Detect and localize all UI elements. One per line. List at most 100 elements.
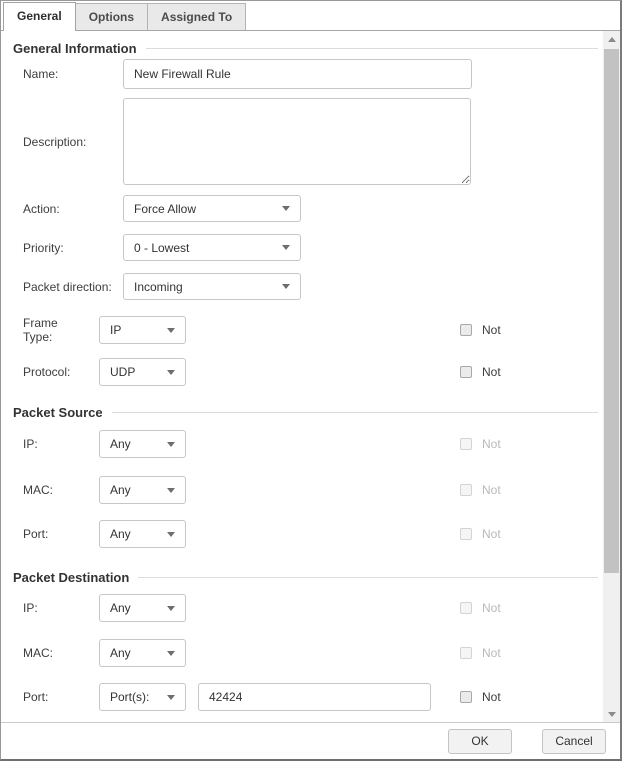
form-content: General Information Name: Description: A… — [1, 31, 603, 722]
description-label: Description: — [23, 135, 123, 149]
destination-ip-label: IP: — [23, 601, 99, 615]
section-heading-packet-destination: Packet Destination — [1, 570, 603, 585]
source-mac-not-checkbox — [460, 484, 472, 496]
chevron-down-icon — [167, 488, 175, 493]
dialog-footer: OK Cancel — [1, 722, 620, 759]
protocol-label: Protocol: — [23, 365, 99, 379]
tab-assigned-to[interactable]: Assigned To — [147, 3, 246, 30]
packet-direction-label: Packet direction: — [23, 280, 123, 294]
destination-port-input[interactable] — [198, 683, 431, 711]
source-mac-value: Any — [110, 483, 131, 497]
destination-mac-not-group: Not — [460, 646, 501, 660]
destination-ip-select[interactable]: Any — [99, 594, 186, 622]
destination-ip-not-group: Not — [460, 601, 501, 615]
source-ip-label: IP: — [23, 437, 99, 451]
destination-mac-not-checkbox — [460, 647, 472, 659]
source-port-not-label: Not — [482, 527, 501, 541]
source-port-not-group: Not — [460, 527, 501, 541]
source-mac-row: MAC: Any Not — [1, 476, 603, 504]
name-label: Name: — [23, 67, 123, 81]
frame-type-not-label: Not — [482, 323, 501, 337]
destination-port-label: Port: — [23, 690, 99, 704]
tab-general[interactable]: General — [3, 2, 76, 31]
destination-port-not-label: Not — [482, 690, 501, 704]
packet-direction-select[interactable]: Incoming — [123, 273, 301, 300]
packet-direction-row: Packet direction: Incoming — [1, 273, 603, 300]
destination-ip-value: Any — [110, 601, 131, 615]
priority-label: Priority: — [23, 241, 123, 255]
source-ip-select[interactable]: Any — [99, 430, 186, 458]
frame-type-select[interactable]: IP — [99, 316, 186, 344]
priority-row: Priority: 0 - Lowest — [1, 234, 603, 261]
scrollbar-thumb[interactable] — [604, 49, 619, 573]
frame-type-label: Frame Type: — [23, 316, 99, 344]
heading-rule — [146, 48, 598, 49]
section-heading-packet-source: Packet Source — [1, 405, 603, 420]
frame-type-not-checkbox[interactable] — [460, 324, 472, 336]
scroll-up-icon — [608, 37, 616, 42]
source-port-select[interactable]: Any — [99, 520, 186, 548]
protocol-not-checkbox[interactable] — [460, 366, 472, 378]
dialog-body: General Information Name: Description: A… — [1, 31, 620, 722]
destination-mac-value: Any — [110, 646, 131, 660]
destination-port-value: Port(s): — [110, 690, 149, 704]
priority-value: 0 - Lowest — [134, 241, 189, 255]
source-ip-not-label: Not — [482, 437, 501, 451]
protocol-row: Protocol: UDP Not — [1, 358, 603, 386]
heading-rule — [112, 412, 598, 413]
chevron-down-icon — [282, 206, 290, 211]
protocol-select[interactable]: UDP — [99, 358, 186, 386]
source-port-value: Any — [110, 527, 131, 541]
scroll-down-button[interactable] — [603, 706, 620, 722]
scroll-up-button[interactable] — [603, 31, 620, 47]
destination-ip-row: IP: Any Not — [1, 594, 603, 622]
destination-ip-not-label: Not — [482, 601, 501, 615]
source-ip-value: Any — [110, 437, 131, 451]
destination-port-not-checkbox[interactable] — [460, 691, 472, 703]
chevron-down-icon — [282, 284, 290, 289]
chevron-down-icon — [167, 370, 175, 375]
section-heading-general-information: General Information — [1, 41, 603, 56]
destination-mac-select[interactable]: Any — [99, 639, 186, 667]
destination-mac-label: MAC: — [23, 646, 99, 660]
chevron-down-icon — [167, 606, 175, 611]
vertical-scrollbar[interactable] — [603, 31, 620, 722]
protocol-not-group: Not — [460, 365, 501, 379]
tab-bar: General Options Assigned To — [1, 1, 620, 31]
frame-type-value: IP — [110, 323, 121, 337]
chevron-down-icon — [167, 328, 175, 333]
destination-mac-not-label: Not — [482, 646, 501, 660]
description-input[interactable] — [123, 98, 471, 185]
destination-port-not-group: Not — [460, 690, 501, 704]
source-port-row: Port: Any Not — [1, 520, 603, 548]
frame-type-row: Frame Type: IP Not — [1, 315, 603, 345]
destination-ip-not-checkbox — [460, 602, 472, 614]
action-select[interactable]: Force Allow — [123, 195, 301, 222]
section-title: Packet Source — [13, 405, 103, 420]
destination-port-row: Port: Port(s): Not — [1, 683, 603, 711]
priority-select[interactable]: 0 - Lowest — [123, 234, 301, 261]
name-input[interactable] — [123, 59, 472, 89]
packet-direction-value: Incoming — [134, 280, 183, 294]
source-ip-row: IP: Any Not — [1, 430, 603, 458]
chevron-down-icon — [167, 651, 175, 656]
tab-options[interactable]: Options — [75, 3, 148, 30]
section-title: Packet Destination — [13, 570, 129, 585]
protocol-not-label: Not — [482, 365, 501, 379]
chevron-down-icon — [282, 245, 290, 250]
destination-port-select[interactable]: Port(s): — [99, 683, 186, 711]
ok-button[interactable]: OK — [448, 729, 512, 754]
chevron-down-icon — [167, 532, 175, 537]
action-value: Force Allow — [134, 202, 196, 216]
cancel-button[interactable]: Cancel — [542, 729, 606, 754]
action-row: Action: Force Allow — [1, 195, 603, 222]
source-mac-label: MAC: — [23, 483, 99, 497]
source-mac-select[interactable]: Any — [99, 476, 186, 504]
frame-type-not-group: Not — [460, 323, 501, 337]
chevron-down-icon — [167, 695, 175, 700]
source-port-label: Port: — [23, 527, 99, 541]
source-port-not-checkbox — [460, 528, 472, 540]
source-ip-not-group: Not — [460, 437, 501, 451]
description-row: Description: — [1, 98, 603, 185]
source-mac-not-label: Not — [482, 483, 501, 497]
